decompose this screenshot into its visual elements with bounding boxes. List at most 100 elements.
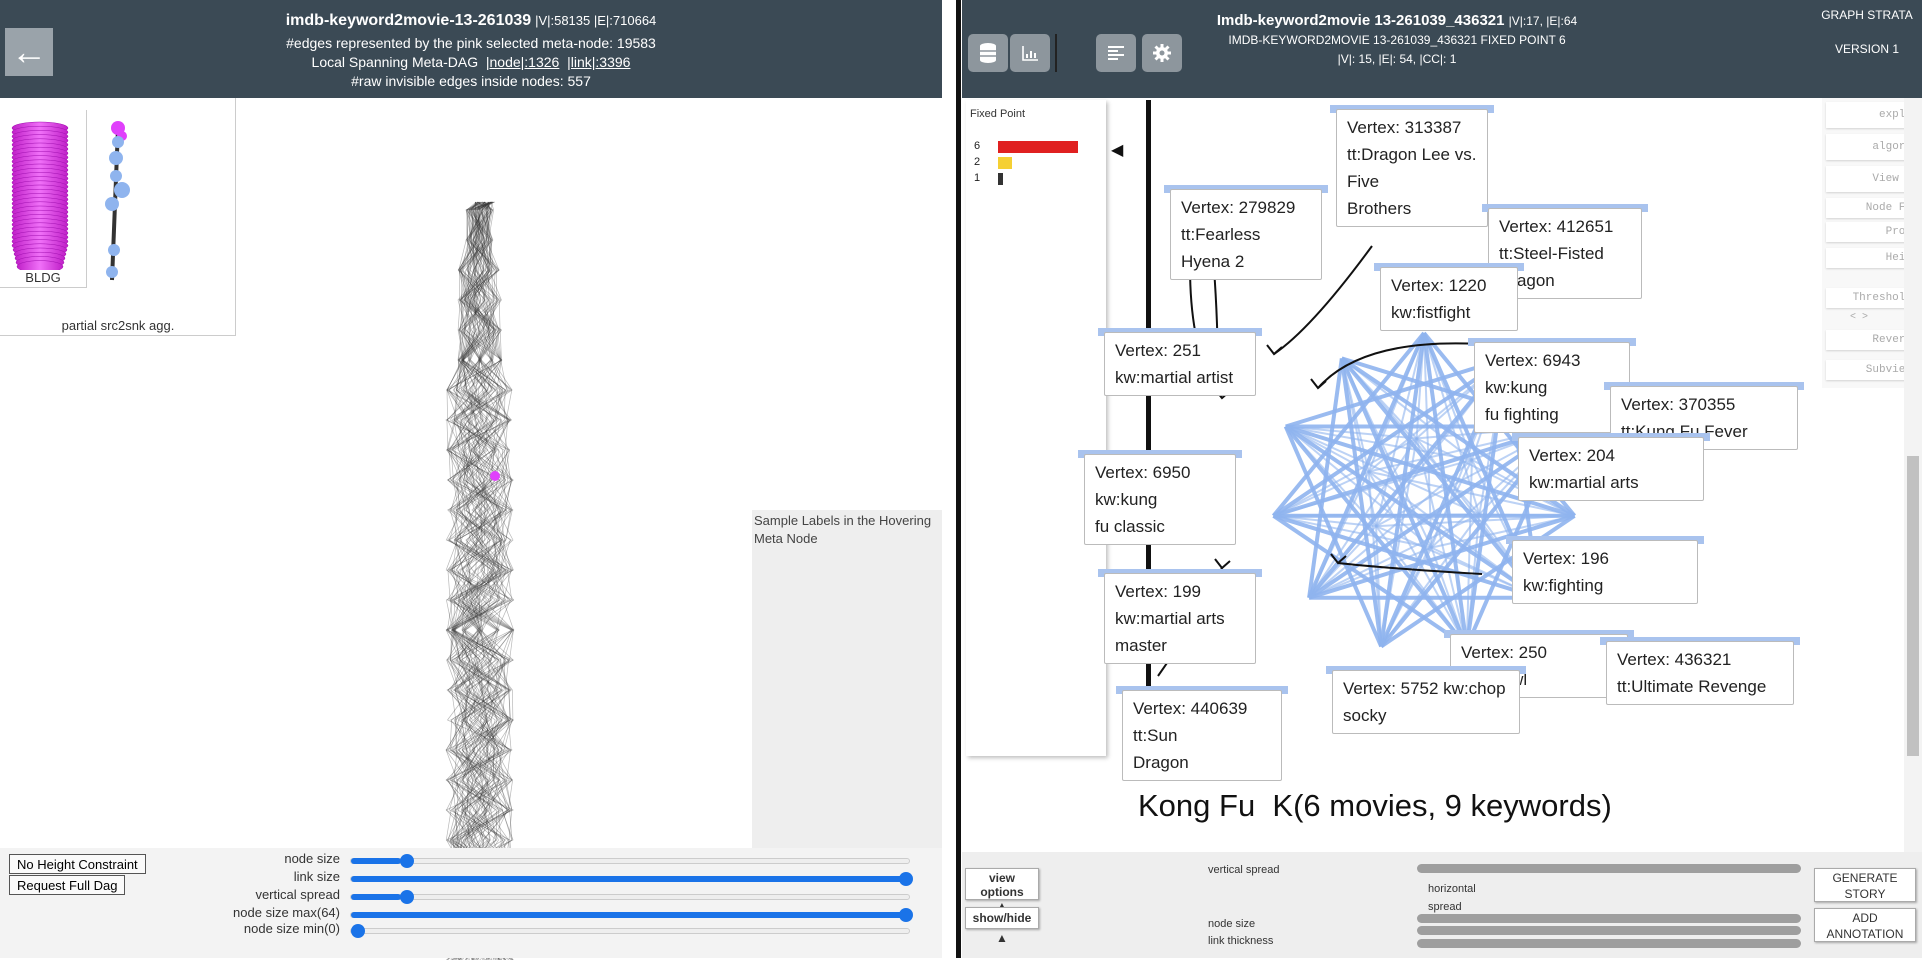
thumb-node xyxy=(108,244,120,256)
side-menu-item[interactable]: Heig xyxy=(1826,248,1916,268)
left-header: ← imdb-keyword2movie-13-261039 |V|:58135… xyxy=(0,0,942,98)
right-title: Imdb-keyword2movie 13-261039_436321 xyxy=(1216,12,1505,29)
horizontal-spread-slider[interactable] xyxy=(1417,914,1801,923)
left-dag-line: Local Spanning Meta-DAG |node|:1326 |lin… xyxy=(0,54,942,70)
slider-label: node size xyxy=(284,851,340,866)
spread-label: spread xyxy=(1428,901,1462,913)
view-options-button[interactable]: view options ▲ xyxy=(965,868,1039,913)
add-annotation-button[interactable]: ADD ANNOTATION xyxy=(1814,908,1916,942)
vertex-label[interactable]: Vertex: 313387 tt:Dragon Lee vs. Five Brot… xyxy=(1336,109,1488,227)
thumb-node xyxy=(105,197,119,211)
thumb-caption: partial src2snk agg. xyxy=(61,318,175,333)
selected-meta-node[interactable] xyxy=(490,471,500,481)
vertex-label[interactable]: Vertex: 204 kw:martial arts xyxy=(1518,437,1704,501)
right-title-line: Imdb-keyword2movie 13-261039_436321 |V|:… xyxy=(962,12,1832,29)
vertex-label-line: fu fighting xyxy=(1485,405,1559,424)
vertex-label-line: Vertex: 436321 xyxy=(1617,650,1732,669)
slider-fill xyxy=(351,876,903,882)
right-stats: |V|: 15, |E|: 54, |CC|: 1 xyxy=(1337,52,1457,66)
vertex-label-line: kw:martial artist xyxy=(1115,368,1234,387)
vertex-label-line: Vertex: 251 xyxy=(1115,341,1202,360)
vertex-label-line: tt:Ultimate Revenge xyxy=(1617,677,1767,696)
dag-label: Local Spanning Meta-DAG xyxy=(311,54,479,70)
vertex-label-line: Vertex: 1220 xyxy=(1391,276,1487,295)
vertex-label-line: Vertex: 440639 tt:Sun xyxy=(1133,699,1248,745)
thumb-node xyxy=(109,151,123,165)
vertex-label-line: kw:martial arts xyxy=(1115,609,1225,628)
node-size-label: node size xyxy=(1208,918,1256,930)
side-menu-item[interactable]: View T xyxy=(1826,166,1916,192)
generate-story-button[interactable]: GENERATE STORY xyxy=(1814,868,1916,902)
right-controls: view options ▲ show/hide ▲ vertical spre… xyxy=(962,852,1922,958)
vertex-label-line: tt:Dragon Lee vs. Five xyxy=(1347,145,1477,191)
thumb-node xyxy=(112,136,124,148)
slider-knob[interactable] xyxy=(351,924,365,938)
dag-graph-view[interactable] xyxy=(420,190,540,960)
horizontal-label: horizontal xyxy=(1428,883,1476,895)
vertex-label[interactable]: Vertex: 251 kw:martial artist xyxy=(1104,332,1256,396)
vertex-label[interactable]: Vertex: 440639 tt:Sun Dragon xyxy=(1122,690,1282,781)
slider-track[interactable] xyxy=(350,924,910,938)
side-arrows[interactable]: < > xyxy=(1850,312,1868,323)
no-height-constraint-button[interactable]: No Height Constraint xyxy=(9,854,146,874)
vertex-label[interactable]: Vertex: 6950 kw:kung fu classic xyxy=(1084,454,1236,545)
slider-track[interactable] xyxy=(350,908,913,922)
side-menu-item[interactable]: Subview xyxy=(1826,360,1916,380)
node-size-slider[interactable] xyxy=(1417,926,1801,935)
dag-thumbnail[interactable] xyxy=(96,108,146,288)
side-menu-item[interactable]: explo xyxy=(1826,102,1916,128)
vertex-label-line: Vertex: 6950 kw:kung xyxy=(1095,463,1191,509)
right-panel: Imdb-keyword2movie 13-261039_436321 |V|:… xyxy=(962,0,1922,958)
scrollbar-thumb[interactable] xyxy=(1907,456,1919,756)
panel-divider[interactable] xyxy=(956,0,961,958)
right-header: Imdb-keyword2movie 13-261039_436321 |V|:… xyxy=(962,0,1922,98)
slider-track[interactable] xyxy=(350,872,913,886)
side-menu-item[interactable]: Prop xyxy=(1826,222,1916,242)
vertex-label[interactable]: Vertex: 1220 kw:fistfight xyxy=(1380,267,1518,331)
slider-knob[interactable] xyxy=(899,908,913,922)
vertex-label-line: Dragon xyxy=(1133,753,1189,772)
thumb-node xyxy=(106,266,118,278)
thumb-node xyxy=(110,170,122,182)
slider-knob[interactable] xyxy=(400,854,415,868)
vertex-label[interactable]: Vertex: 279829 tt:Fearless Hyena 2 xyxy=(1170,189,1322,280)
left-raw-edges-line: #raw invisible edges inside nodes: 557 xyxy=(351,73,591,89)
left-edges-line: #edges represented by the pink selected … xyxy=(286,35,656,51)
slider-knob[interactable] xyxy=(899,872,913,886)
brand-label: GRAPH STRATA xyxy=(1821,8,1913,22)
right-title-stats: |V|:17, |E|:64 xyxy=(1508,14,1578,28)
side-menu-item[interactable]: algori xyxy=(1826,134,1916,160)
link-thickness-slider[interactable] xyxy=(1417,939,1801,948)
vertex-label[interactable]: Vertex: 196 kw:fighting xyxy=(1512,540,1698,604)
vertex-label[interactable]: Vertex: 199 kw:martial arts master xyxy=(1104,573,1256,664)
slider-fill xyxy=(351,858,401,864)
vertex-label-line: Vertex: 412651 xyxy=(1499,217,1614,236)
vertex-label-line: kw:fistfight xyxy=(1391,303,1471,322)
request-full-dag-button[interactable]: Request Full Dag xyxy=(9,875,126,895)
show-hide-button[interactable]: show/hide ▲ xyxy=(965,907,1039,945)
vertex-label-line: kw:fighting xyxy=(1523,576,1604,595)
vertical-spread-slider[interactable] xyxy=(1417,864,1801,873)
dag-link-link[interactable]: |link|:3396 xyxy=(567,54,630,70)
vertex-label[interactable]: Vertex: 5752 kw:chop socky xyxy=(1332,670,1520,734)
up-arrow-icon: ▲ xyxy=(996,931,1008,945)
vertex-label[interactable]: Vertex: 436321 tt:Ultimate Revenge xyxy=(1606,641,1794,705)
vertex-label-line: Brothers xyxy=(1347,199,1412,218)
side-menu-item[interactable]: Threshold xyxy=(1826,288,1916,308)
slider-fill xyxy=(351,894,401,900)
slider-label: link size xyxy=(293,869,340,884)
slider-track[interactable] xyxy=(350,890,910,904)
vertex-label-line: master xyxy=(1115,636,1167,655)
side-menu-item[interactable]: Node Fi xyxy=(1826,198,1916,218)
dag-node-link[interactable]: |node|:1326 xyxy=(486,54,559,70)
bldg-thumbnail[interactable]: BLDG xyxy=(0,110,87,288)
slider-knob[interactable] xyxy=(400,890,415,904)
side-menu-item[interactable]: Revers xyxy=(1826,330,1916,350)
vertex-label-line: Vertex: 313387 xyxy=(1347,118,1462,137)
arrow-head xyxy=(1214,558,1231,570)
thumb-node xyxy=(114,182,130,198)
left-title-line: imdb-keyword2movie-13-261039 |V|:58135 |… xyxy=(0,12,942,30)
right-subtitle: IMDB-KEYWORD2MOVIE 13-261039_436321 FIXE… xyxy=(1228,33,1566,47)
slider-track[interactable] xyxy=(350,854,910,868)
vertical-scrollbar[interactable] xyxy=(1904,98,1922,852)
